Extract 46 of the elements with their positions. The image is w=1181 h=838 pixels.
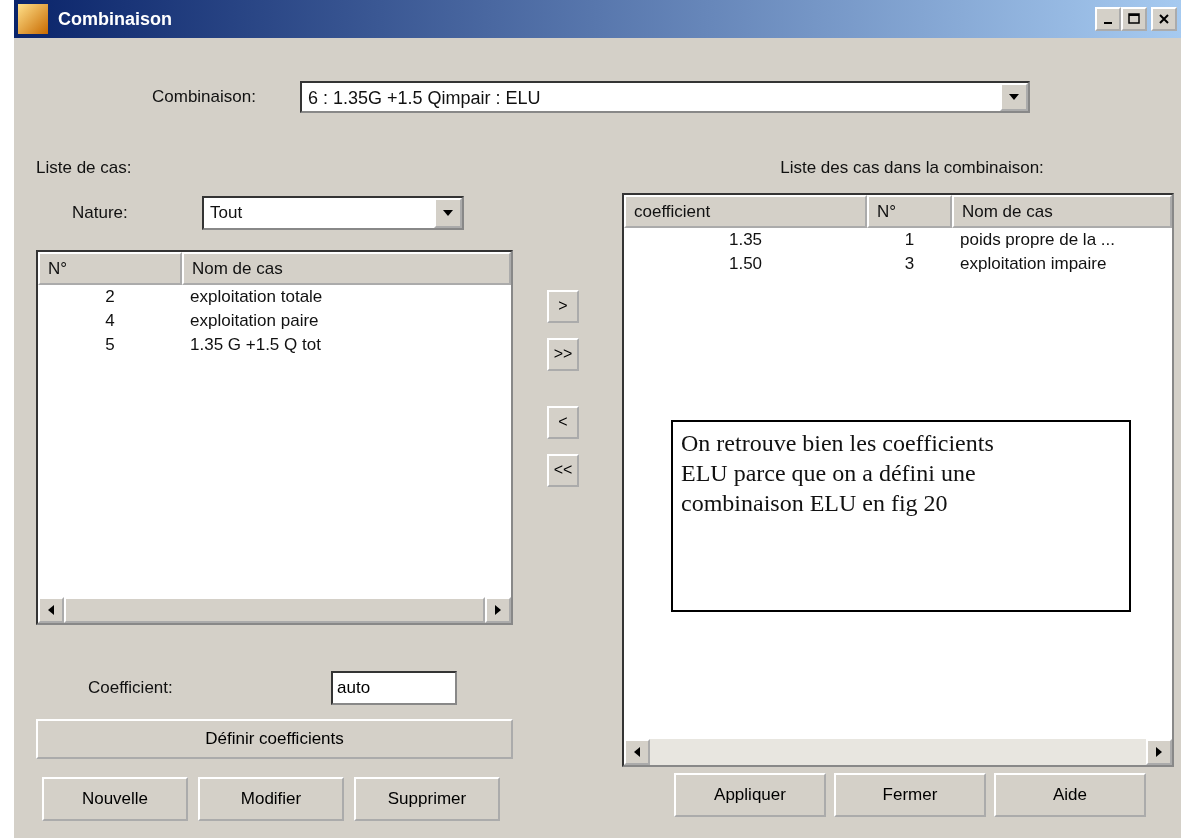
nature-dropdown[interactable]: Tout — [202, 195, 464, 230]
app-icon — [18, 4, 48, 34]
table-cell: 1.35 — [728, 230, 763, 250]
close-button[interactable] — [1151, 7, 1177, 31]
window-title: Combinaison — [58, 7, 172, 31]
table-cell: 5 — [105, 335, 115, 355]
dialog-button[interactable]: Nouvelle — [42, 776, 188, 821]
section-label: Liste des cas dans la combinaison: — [779, 157, 1045, 179]
table-cell: 1 — [904, 230, 915, 250]
transfer-button[interactable]: >> — [547, 337, 579, 371]
column-header[interactable]: Nom de cas — [182, 251, 511, 285]
dialog-button[interactable]: Modifier — [198, 776, 344, 821]
table-cell: 1.50 — [728, 254, 763, 274]
column-header[interactable]: Nom de cas — [952, 194, 1172, 228]
dialog-button[interactable]: Fermer — [834, 772, 986, 817]
coefficient-field[interactable]: auto — [331, 670, 457, 705]
table-cell: 1.35 G +1.5 Q tot — [190, 335, 321, 355]
close-icon — [1158, 13, 1170, 25]
table-cell: exploitation impaire — [960, 254, 1107, 274]
dialog-button[interactable]: Supprimer — [354, 776, 500, 821]
column-header[interactable]: N° — [38, 251, 182, 285]
transfer-button[interactable]: << — [547, 453, 579, 487]
section-label: Liste de cas: — [36, 157, 133, 179]
minimize-button[interactable] — [1095, 7, 1121, 31]
field-label: Combinaison: — [152, 86, 257, 109]
field-label: Nature: — [72, 201, 129, 224]
transfer-button[interactable]: < — [547, 405, 579, 439]
dialog-button[interactable]: Aide — [994, 772, 1146, 817]
table-cell: exploitation paire — [190, 311, 319, 331]
table-cell: 3 — [904, 254, 915, 274]
column-header[interactable]: N° — [867, 194, 952, 228]
table-cell: 4 — [105, 311, 115, 331]
table-cell: exploitation totale — [190, 287, 323, 307]
transfer-button[interactable]: > — [547, 289, 579, 323]
column-header[interactable]: coefficient — [624, 194, 867, 228]
define-coefficients-button[interactable]: Définir coefficients — [36, 718, 513, 759]
minimize-icon — [1104, 22, 1112, 24]
horizontal-scrollbar[interactable] — [624, 738, 1172, 765]
maximize-icon — [1128, 13, 1140, 25]
annotation-note: On retrouve bien les coefficients ELU parce que on a défini une combinaison ELU en fig 20 — [671, 419, 1131, 612]
table-cell: poids propre de la ... — [960, 230, 1115, 250]
maximize-button[interactable] — [1121, 7, 1147, 31]
table-cell: 2 — [105, 287, 115, 307]
field-label: Coefficient: — [88, 676, 174, 699]
dialog-button[interactable]: Appliquer — [674, 772, 826, 817]
combination-dropdown[interactable]: 6 : 1.35G +1.5 Qimpair : ELU — [300, 81, 1030, 113]
